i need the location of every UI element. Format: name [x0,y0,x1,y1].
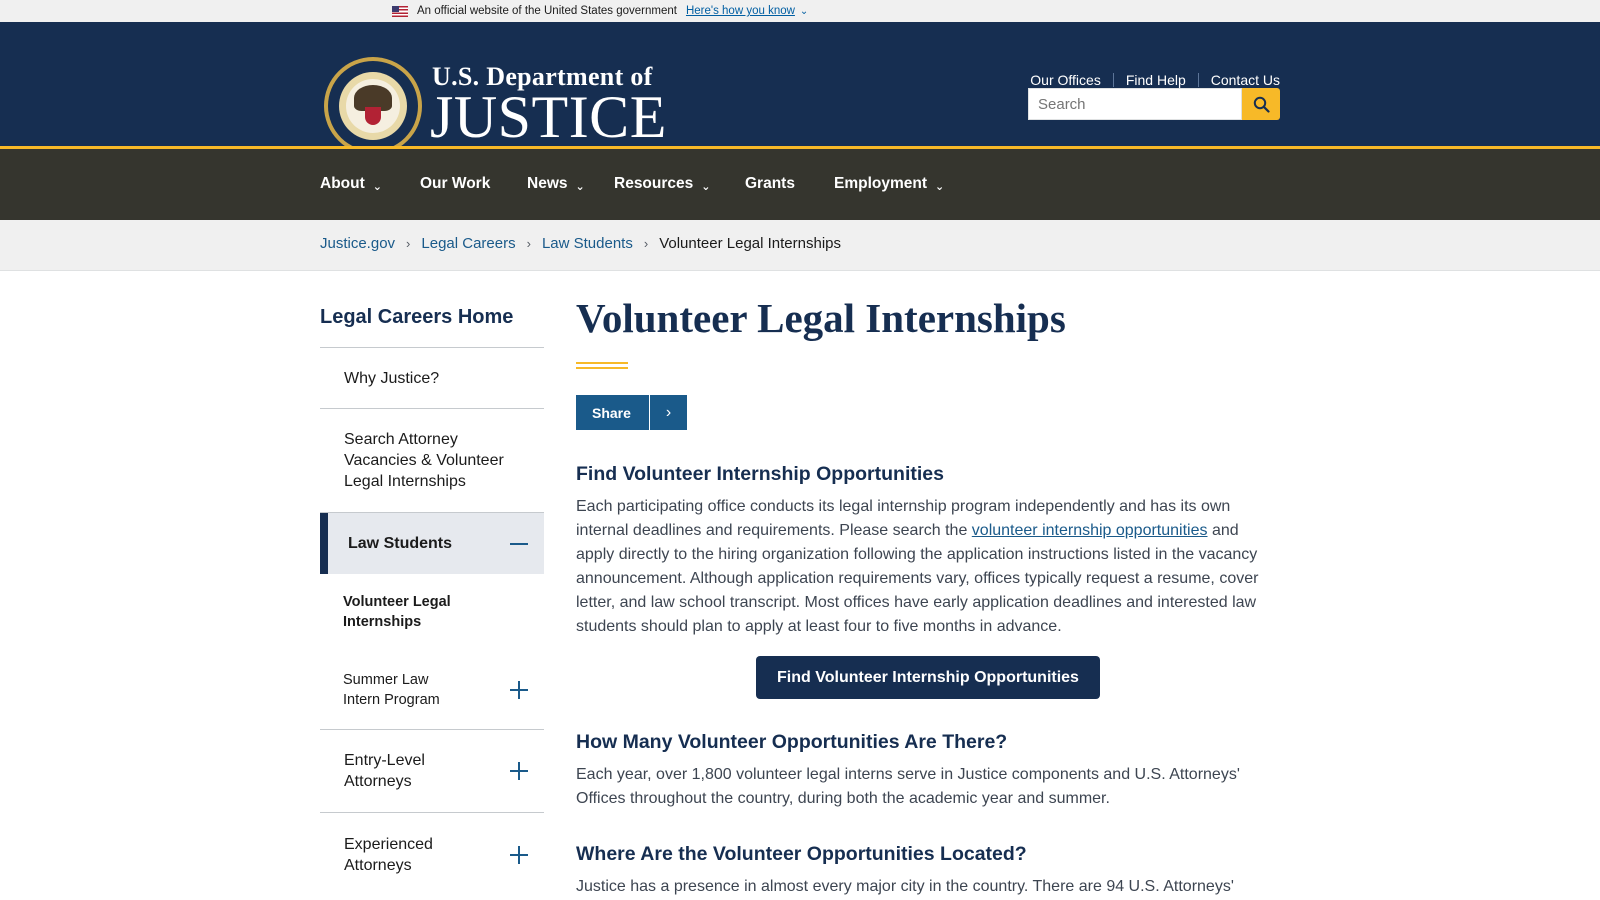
share-label: Share [592,404,631,421]
section-heading-find: Find Volunteer Internship Opportunities [576,463,944,485]
main-content: Volunteer Legal Internships Share › Find… [576,290,1280,899]
util-link-find-help[interactable]: Find Help [1126,72,1186,88]
chevron-right-icon: › [643,236,649,251]
nav-grants-label: Grants [745,175,795,192]
nav-employment[interactable]: Employment ⌄ [834,175,944,193]
sidebar-subitem-label: Volunteer Legal Internships [343,594,451,630]
chevron-down-icon: ⌄ [575,180,585,193]
section-text-how-many: Each year, over 1,800 volunteer legal in… [576,766,1240,807]
gov-banner-text: An official website of the United States… [417,5,677,17]
nav-news-label: News [527,175,568,192]
chevron-right-icon: › [649,395,687,430]
volunteer-opportunities-link[interactable]: volunteer internship opportunities [972,522,1208,539]
search-input[interactable] [1028,88,1242,120]
section-heading-how-many: How Many Volunteer Opportunities Are The… [576,731,1008,753]
chevron-down-icon[interactable]: ⌄ [800,6,808,17]
cta-wrapper: Find Volunteer Internship Opportunities [576,656,1280,699]
gov-banner: An official website of the United States… [0,0,1600,22]
find-opportunities-button[interactable]: Find Volunteer Internship Opportunities [756,656,1100,699]
util-link-contact-us[interactable]: Contact Us [1211,72,1280,88]
chevron-down-icon: ⌄ [701,180,711,193]
chevron-right-icon: › [406,236,411,251]
chevron-right-icon: › [526,236,531,251]
sidebar-item-law-students[interactable]: Law Students [320,513,544,574]
logo-text-main[interactable]: JUSTICE [430,86,667,148]
sidebar-item-label: Experienced Attorneys [344,835,433,874]
sidebar-item-experienced-attorneys[interactable]: Experienced Attorneys [320,813,544,896]
section-text-located: Justice has a presence in almost every m… [576,878,1234,895]
breadcrumb-current: Volunteer Legal Internships [659,235,841,252]
site-header: U.S. Department of JUSTICE Our Offices F… [0,22,1600,155]
minus-icon[interactable] [510,535,528,553]
util-divider [1197,73,1199,87]
plus-icon[interactable] [510,680,528,699]
sidebar-item-why-justice[interactable]: Why Justice? [320,348,544,409]
sidebar-item-entry-level-attorneys[interactable]: Entry-Level Attorneys [320,730,544,813]
plus-icon[interactable] [510,762,528,780]
search-button[interactable] [1242,88,1280,120]
chevron-down-icon: ⌄ [372,180,382,193]
breadcrumb-link-justice-gov[interactable]: Justice.gov [320,235,395,252]
breadcrumb-link-legal-careers[interactable]: Legal Careers [421,235,515,252]
main-nav: About ⌄ Our Work News ⌄ Resources ⌄ Gran… [0,146,1600,220]
search-icon [1253,96,1270,113]
heres-how-you-know-link[interactable]: Here's how you know [686,5,795,17]
section-text-find: Each participating office conducts its l… [576,495,1280,639]
breadcrumb: Justice.gov › Legal Careers › Law Studen… [0,220,1600,271]
nav-news[interactable]: News ⌄ [527,175,585,193]
utility-nav: Our Offices Find Help Contact Us [1030,72,1280,88]
sidebar-item-label: Entry-Level Attorneys [344,752,425,790]
util-link-our-offices[interactable]: Our Offices [1030,72,1101,88]
chevron-down-icon: ⌄ [935,180,945,193]
plus-icon[interactable] [510,845,528,864]
title-divider [576,362,628,369]
nav-about-label: About [320,175,365,192]
sidebar-nav: Legal Careers Home Why Justice? Search A… [320,300,544,896]
sidebar-subitem-label: Summer Law Intern Program [343,671,440,708]
sidebar-title[interactable]: Legal Careers Home [320,300,544,348]
sidebar-item-search-vacancies[interactable]: Search Attorney Vacancies & Volunteer Le… [320,409,544,513]
sidebar-subitem-volunteer-legal-internships[interactable]: Volunteer Legal Internships [320,574,544,650]
sidebar-item-label: Why Justice? [344,369,440,387]
section-heading-located: Where Are the Volunteer Opportunities Lo… [576,843,1027,865]
breadcrumb-link-law-students[interactable]: Law Students [542,235,633,252]
share-button[interactable]: Share › [576,395,687,430]
nav-resources[interactable]: Resources ⌄ [614,175,710,193]
sidebar-item-label: Search Attorney Vacancies & Volunteer Le… [344,431,504,490]
nav-resources-label: Resources [614,175,694,192]
nav-grants[interactable]: Grants [745,175,795,193]
util-divider [1112,73,1114,87]
nav-our-work[interactable]: Our Work [420,175,490,193]
nav-about[interactable]: About ⌄ [320,175,382,193]
sidebar-subitem-summer-law-intern[interactable]: Summer Law Intern Program [320,650,544,730]
page-title: Volunteer Legal Internships [576,295,1066,341]
us-flag-icon [392,5,408,17]
nav-our-work-label: Our Work [420,175,491,192]
nav-employment-label: Employment [834,175,928,192]
doj-seal-logo[interactable] [324,57,422,155]
sidebar-item-label: Law Students [348,535,453,552]
